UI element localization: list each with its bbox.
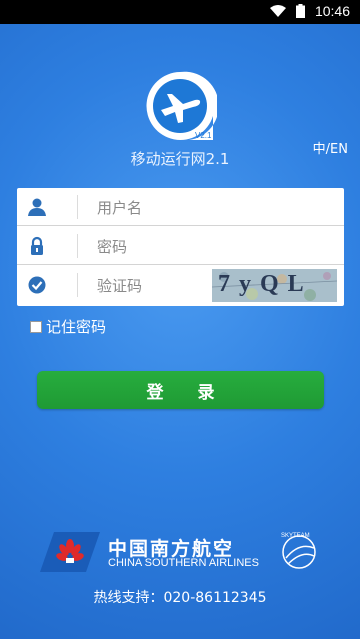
remember-password[interactable]: 记住密码 xyxy=(30,316,106,337)
username-input[interactable] xyxy=(95,192,219,224)
captcha-image[interactable]: 7yQL xyxy=(212,269,337,302)
captcha-input[interactable] xyxy=(95,270,219,302)
kapok-flower-icon xyxy=(40,532,100,572)
remember-checkbox[interactable] xyxy=(30,320,42,333)
skyteam-text: SKYTEAM xyxy=(281,533,310,539)
password-row xyxy=(17,227,344,265)
logo-version: V2.1 xyxy=(195,131,212,140)
remember-label: 记住密码 xyxy=(46,318,107,336)
captcha-divider xyxy=(77,273,78,297)
login-button[interactable]: 登 录 xyxy=(37,371,324,409)
user-icon xyxy=(28,198,46,216)
username-row xyxy=(17,188,344,226)
language-switch[interactable]: 中/EN xyxy=(313,138,348,157)
captcha-row: 7yQL xyxy=(17,266,344,304)
status-right: 10:46 xyxy=(269,3,350,19)
status-time: 10:46 xyxy=(314,3,350,19)
battery-icon xyxy=(295,4,305,18)
login-form: 7yQL xyxy=(17,188,344,306)
wifi-icon xyxy=(269,5,286,17)
status-bar: 10:46 xyxy=(0,0,360,24)
password-input[interactable] xyxy=(95,231,219,263)
skyteam-icon: SKYTEAM xyxy=(281,533,316,569)
app-title: 移动运行网2.1 xyxy=(130,150,230,168)
check-circle-icon xyxy=(28,276,46,294)
captcha-text: 7yQL xyxy=(218,271,313,297)
plane-logo-icon: V2.1 xyxy=(146,71,217,140)
password-divider xyxy=(77,234,78,258)
hotline: 热线支持：020-86112345 xyxy=(93,590,267,606)
airline-name-en: CHINA SOUTHERN AIRLINES xyxy=(108,557,259,569)
username-divider xyxy=(77,195,78,219)
lock-icon xyxy=(31,236,43,255)
